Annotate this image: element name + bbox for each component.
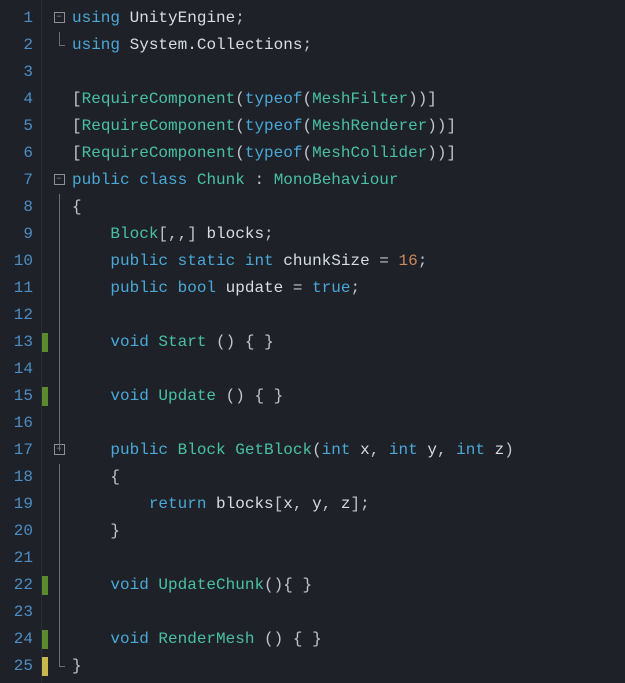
change-marker-icon bbox=[42, 576, 48, 595]
line-number: 2 bbox=[4, 32, 33, 59]
line-number: 8 bbox=[4, 194, 33, 221]
change-marker-icon bbox=[42, 333, 48, 352]
fold-collapse-icon[interactable]: − bbox=[54, 174, 65, 185]
line-number: 23 bbox=[4, 599, 33, 626]
code-area[interactable]: using UnityEngine; using System.Collecti… bbox=[68, 0, 625, 683]
line-number: 18 bbox=[4, 464, 33, 491]
change-marker-icon bbox=[42, 387, 48, 406]
line-number-gutter: 1 2 3 4 5 6 7 8 9 10 11 12 13 14 15 16 1… bbox=[0, 0, 42, 683]
line-number: 12 bbox=[4, 302, 33, 329]
line-number: 24 bbox=[4, 626, 33, 653]
code-line[interactable] bbox=[72, 410, 625, 437]
line-number: 25 bbox=[4, 653, 33, 680]
fold-collapse-icon[interactable]: − bbox=[54, 12, 65, 23]
code-line[interactable]: void RenderMesh () { } bbox=[72, 626, 625, 653]
change-marker-icon bbox=[42, 630, 48, 649]
line-number: 15 bbox=[4, 383, 33, 410]
code-line[interactable]: { bbox=[72, 194, 625, 221]
code-line[interactable]: [RequireComponent(typeof(MeshFilter))] bbox=[72, 86, 625, 113]
code-line[interactable] bbox=[72, 59, 625, 86]
code-line[interactable]: return blocks[x, y, z]; bbox=[72, 491, 625, 518]
change-marker-gutter bbox=[42, 0, 50, 683]
line-number: 7 bbox=[4, 167, 33, 194]
code-line[interactable]: void Update () { } bbox=[72, 383, 625, 410]
code-line[interactable]: using UnityEngine; bbox=[72, 5, 625, 32]
code-line[interactable]: void UpdateChunk(){ } bbox=[72, 572, 625, 599]
line-number: 11 bbox=[4, 275, 33, 302]
line-number: 5 bbox=[4, 113, 33, 140]
line-number: 4 bbox=[4, 86, 33, 113]
line-number: 20 bbox=[4, 518, 33, 545]
code-line[interactable]: public class Chunk : MonoBehaviour bbox=[72, 167, 625, 194]
code-line[interactable]: using System.Collections; bbox=[72, 32, 625, 59]
line-number: 3 bbox=[4, 59, 33, 86]
line-number: 16 bbox=[4, 410, 33, 437]
code-line[interactable]: { bbox=[72, 464, 625, 491]
code-line[interactable]: [RequireComponent(typeof(MeshRenderer))] bbox=[72, 113, 625, 140]
code-line[interactable]: public Block GetBlock(int x, int y, int … bbox=[72, 437, 625, 464]
code-line[interactable]: public bool update = true; bbox=[72, 275, 625, 302]
code-line[interactable]: public static int chunkSize = 16; bbox=[72, 248, 625, 275]
change-marker-icon bbox=[42, 657, 48, 676]
line-number: 9 bbox=[4, 221, 33, 248]
code-line[interactable]: } bbox=[72, 653, 625, 680]
code-line[interactable]: void Start () { } bbox=[72, 329, 625, 356]
code-line[interactable] bbox=[72, 599, 625, 626]
code-line[interactable]: [RequireComponent(typeof(MeshCollider))] bbox=[72, 140, 625, 167]
line-number: 13 bbox=[4, 329, 33, 356]
fold-gutter: − − − bbox=[50, 0, 68, 683]
code-line[interactable]: Block[,,] blocks; bbox=[72, 221, 625, 248]
code-editor[interactable]: 1 2 3 4 5 6 7 8 9 10 11 12 13 14 15 16 1… bbox=[0, 0, 625, 683]
line-number: 19 bbox=[4, 491, 33, 518]
line-number: 14 bbox=[4, 356, 33, 383]
code-line[interactable] bbox=[72, 356, 625, 383]
line-number: 22 bbox=[4, 572, 33, 599]
code-line[interactable] bbox=[72, 302, 625, 329]
code-line[interactable] bbox=[72, 545, 625, 572]
line-number: 1 bbox=[4, 5, 33, 32]
line-number: 10 bbox=[4, 248, 33, 275]
line-number: 17 bbox=[4, 437, 33, 464]
line-number: 21 bbox=[4, 545, 33, 572]
line-number: 6 bbox=[4, 140, 33, 167]
code-line[interactable]: } bbox=[72, 518, 625, 545]
